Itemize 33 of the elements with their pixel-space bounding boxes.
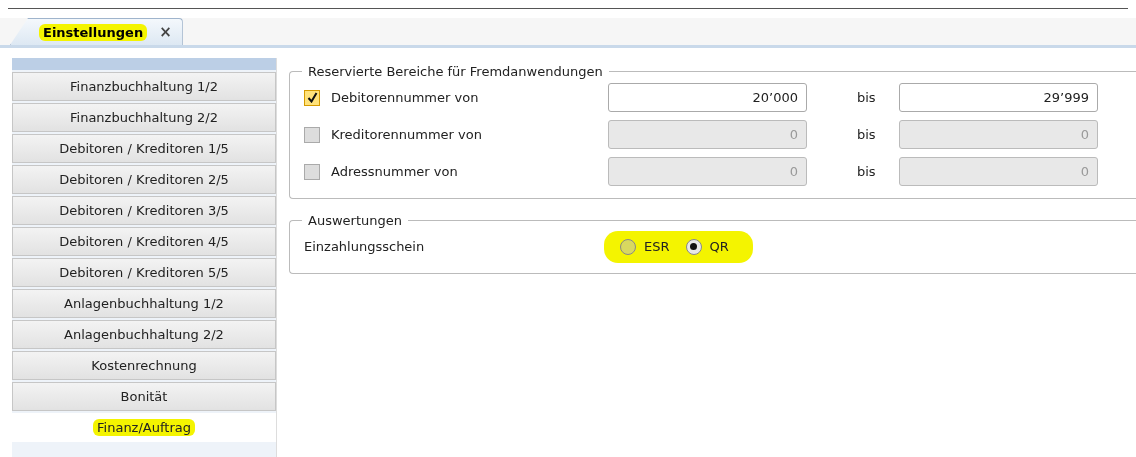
sidebar-item[interactable]: Finanzbuchhaltung 1/2: [12, 72, 276, 101]
group-legend: Auswertungen: [302, 213, 408, 228]
radio-button[interactable]: [685, 238, 702, 255]
radio-label: QR: [709, 239, 729, 254]
sidebar-item[interactable]: Finanz/Auftrag: [12, 413, 276, 442]
checkbox[interactable]: [304, 163, 320, 180]
row-label: Debitorennummer von: [331, 90, 480, 105]
to-label: bis: [856, 90, 877, 105]
to-field[interactable]: 29’999: [899, 83, 1098, 112]
to-label: bis: [856, 127, 877, 142]
radio-label: ESR: [644, 239, 670, 254]
checkbox[interactable]: [304, 89, 320, 106]
row-label: Adressnummer von: [331, 164, 459, 179]
sidebar-item[interactable]: Finanzbuchhaltung 2/2: [12, 103, 276, 132]
sidebar-item[interactable]: Anlagenbuchhaltung 2/2: [12, 320, 276, 349]
to-label: bis: [856, 164, 877, 179]
close-icon[interactable]: ×: [159, 23, 172, 41]
sidebar-item[interactable]: Debitoren / Kreditoren 3/5: [12, 196, 276, 225]
row-label: Einzahlungsschein: [304, 239, 426, 254]
sidebar-item[interactable]: Debitoren / Kreditoren 5/5: [12, 258, 276, 287]
sidebar-item[interactable]: Debitoren / Kreditoren 2/5: [12, 165, 276, 194]
checkbox[interactable]: [304, 126, 320, 143]
radio-button[interactable]: [620, 238, 636, 255]
from-field[interactable]: 20’000: [608, 83, 807, 112]
sidebar-item[interactable]: Kostenrechnung: [12, 351, 276, 380]
checkmark-icon: [306, 92, 318, 103]
row-label: Kreditorennummer von: [331, 127, 483, 142]
group-legend: Reservierte Bereiche für Fremdanwendungen: [302, 64, 609, 79]
sidebar-item[interactable]: Bonität: [12, 382, 276, 411]
sidebar-item[interactable]: Debitoren / Kreditoren 1/5: [12, 134, 276, 163]
sidebar-item[interactable]: Debitoren / Kreditoren 4/5: [12, 227, 276, 256]
sidebar-item[interactable]: Anlagenbuchhaltung 1/2: [12, 289, 276, 318]
settings-tab[interactable]: Einstellungen ×: [10, 18, 183, 45]
